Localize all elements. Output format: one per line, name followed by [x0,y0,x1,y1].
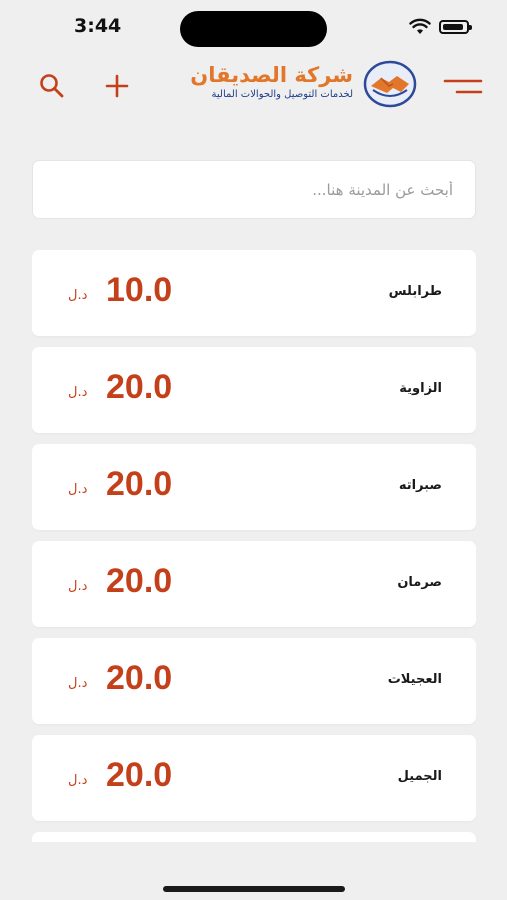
city-name: صبراته [398,478,442,493]
status-bar: 3:44 [0,0,507,58]
wifi-icon [409,18,431,34]
city-card[interactable]: صرمان 20.0 د.ل [32,541,476,627]
search-button[interactable] [36,70,68,102]
city-card[interactable]: طرابلس 10.0 د.ل [32,250,476,336]
home-indicator[interactable] [163,886,345,892]
delivery-price: 20.0 [106,465,173,503]
city-card[interactable]: العجيلات 20.0 د.ل [32,638,476,724]
currency-label: د.ل [68,579,88,594]
city-name: صرمان [397,575,442,590]
city-price-list: طرابلس 10.0 د.ل الزاوية 20.0 د.ل صبراته … [32,250,476,842]
menu-button[interactable] [443,74,485,100]
system-icons [409,18,472,36]
delivery-price: 20.0 [106,562,173,600]
city-card[interactable] [32,832,476,842]
delivery-price: 20.0 [106,659,173,697]
city-name: العجيلات [387,672,442,687]
delivery-price: 10.0 [106,271,173,309]
app-header: شركة الصديقان لخدمات التوصيل والحوالات ا… [0,58,507,118]
handshake-icon [363,60,417,108]
city-card[interactable]: الزاوية 20.0 د.ل [32,347,476,433]
search-icon [40,74,64,98]
currency-label: د.ل [68,385,88,400]
currency-label: د.ل [68,482,88,497]
dynamic-island [180,11,327,47]
battery-icon [439,20,472,34]
delivery-price: 20.0 [106,368,173,406]
currency-label: د.ل [68,288,88,303]
city-search-input[interactable] [33,161,475,218]
menu-icon [443,79,483,94]
currency-label: د.ل [68,676,88,691]
delivery-price: 20.0 [106,756,173,794]
logo-title: شركة الصديقان [190,63,353,87]
add-button[interactable] [101,70,133,102]
city-card[interactable]: صبراته 20.0 د.ل [32,444,476,530]
city-name: طرابلس [388,284,442,299]
city-name: الزاوية [399,381,442,396]
currency-label: د.ل [68,773,88,788]
company-logo: شركة الصديقان لخدمات التوصيل والحوالات ا… [190,58,421,114]
logo-subtitle: لخدمات التوصيل والحوالات المالية [211,89,353,100]
city-card[interactable]: الجميل 20.0 د.ل [32,735,476,821]
city-name: الجميل [397,769,442,784]
plus-icon [105,74,129,98]
status-time: 3:44 [74,15,122,37]
city-search-field[interactable] [32,160,476,219]
